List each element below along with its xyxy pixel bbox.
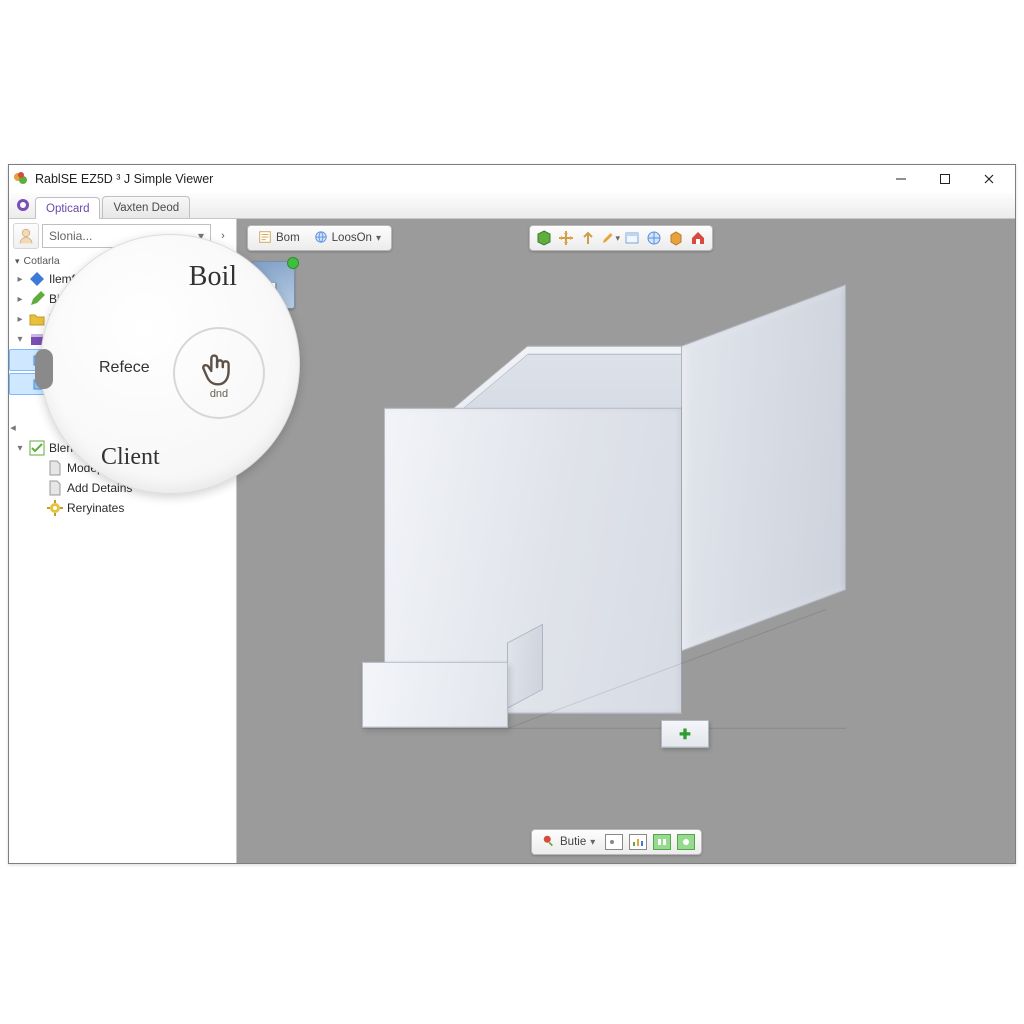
drag-hint-label: dnd	[210, 388, 228, 400]
view-button-bom[interactable]: Bom	[254, 228, 304, 248]
overlay-heading: Boil	[189, 261, 237, 293]
chevron-down-icon: ▾	[590, 837, 595, 848]
tab-opticard[interactable]: Opticard	[35, 197, 100, 219]
collapse-icon: ▾	[15, 443, 25, 454]
pencil-icon	[29, 291, 45, 307]
bottom-toolbar: Butie ▾	[531, 829, 702, 855]
record-button[interactable]	[677, 834, 695, 850]
bottom-button[interactable]: Butie ▾	[538, 832, 599, 852]
expand-icon: ▸	[15, 314, 25, 325]
globe-icon[interactable]	[644, 228, 664, 248]
home-icon[interactable]	[688, 228, 708, 248]
window-icon[interactable]	[622, 228, 642, 248]
tab-vaxten[interactable]: Vaxten Deod	[102, 196, 190, 218]
avatar-icon[interactable]	[13, 223, 39, 249]
button-label: Bom	[276, 232, 300, 244]
model-add-panel[interactable]: ✚	[661, 720, 709, 748]
view-button-looson[interactable]: LoosOn ▾	[310, 228, 385, 248]
magnifier-overlay: Boil Refece dnd Client	[40, 234, 300, 494]
plus-icon: ✚	[679, 725, 691, 742]
model-edge	[681, 407, 682, 713]
document-icon	[47, 480, 63, 496]
move-icon[interactable]	[556, 228, 576, 248]
chart-button[interactable]	[629, 834, 647, 850]
chevron-down-icon: ▾	[376, 233, 381, 244]
title-bar: RablSE EZ5D ³ J Simple Viewer	[9, 165, 1015, 193]
tab-row: Opticard Vaxten Deod	[9, 193, 1015, 219]
tab-label: Opticard	[46, 203, 89, 215]
tab-icon	[15, 197, 31, 218]
gear-icon	[47, 500, 63, 516]
pin-icon	[542, 834, 556, 851]
section-label: Cotlarla	[24, 255, 60, 267]
tree-label: Reryinates	[67, 501, 124, 515]
box-icon[interactable]	[666, 228, 686, 248]
chevron-down-icon: ▾	[15, 256, 20, 267]
status-dot-icon	[287, 257, 299, 269]
window-title: RablSE EZ5D ³ J Simple Viewer	[35, 172, 213, 186]
maximize-button[interactable]	[923, 165, 967, 193]
model-floor-line	[362, 728, 846, 729]
viewport[interactable]: Bom LoosOn ▾ ▾	[237, 219, 1015, 863]
tab-label: Vaxten Deod	[113, 202, 179, 214]
close-button[interactable]	[967, 165, 1011, 193]
brush-icon[interactable]: ▾	[600, 228, 620, 248]
globe-icon	[314, 230, 328, 247]
screenshot-button[interactable]	[605, 834, 623, 850]
model-box-right	[681, 284, 846, 652]
model-stage: ✚	[406, 302, 846, 762]
model-block-front	[362, 662, 508, 728]
drag-hint: dnd	[173, 327, 265, 419]
app-icon	[13, 171, 29, 187]
diamond-icon	[29, 271, 45, 287]
overlay-text: Refece	[99, 359, 150, 377]
button-label: LoosOn	[332, 232, 372, 244]
tree-item[interactable]: Reryinates	[9, 498, 236, 518]
collapse-left-icon[interactable]: ◂	[9, 421, 17, 434]
arrow-up-icon[interactable]	[578, 228, 598, 248]
combo-text: Slonia...	[49, 229, 92, 243]
expand-icon: ▸	[15, 294, 25, 305]
handle-icon[interactable]	[35, 349, 53, 389]
document-icon	[47, 460, 63, 476]
minimize-button[interactable]	[879, 165, 923, 193]
folder-icon	[29, 311, 45, 327]
view-toolbar: Bom LoosOn ▾	[247, 225, 392, 251]
collapse-icon: ▾	[15, 334, 25, 345]
overlay-heading-2: Client	[101, 444, 160, 471]
expand-icon: ▸	[15, 274, 25, 285]
play-button[interactable]	[653, 834, 671, 850]
cube-icon[interactable]	[534, 228, 554, 248]
top-toolbar: ▾	[529, 225, 713, 251]
note-icon	[258, 230, 272, 247]
check-icon	[29, 440, 45, 456]
button-label: Butie	[560, 836, 586, 848]
